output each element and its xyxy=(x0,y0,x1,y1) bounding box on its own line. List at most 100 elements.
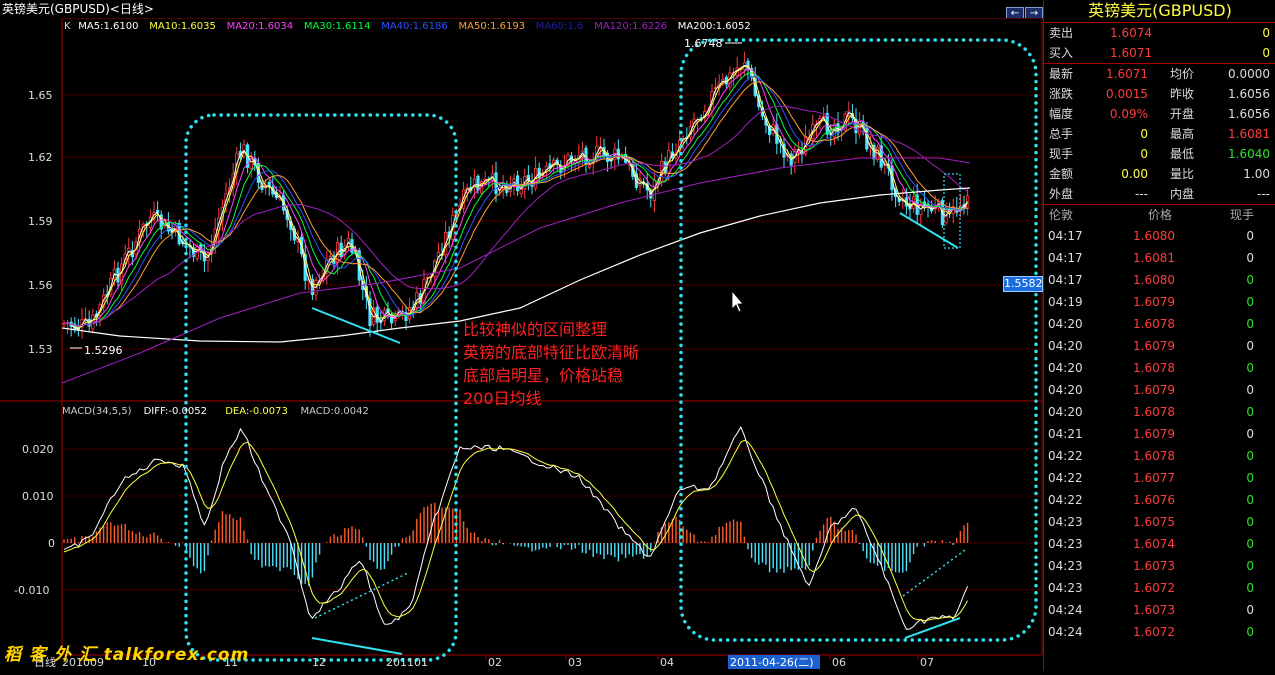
tick-volume: 0 xyxy=(1246,559,1254,573)
quote-label: 现手 xyxy=(1049,147,1074,161)
tick-volume: 0 xyxy=(1246,471,1254,485)
quote-row: 涨跌 0.0015 昨收 1.6056 xyxy=(1044,84,1275,104)
tick-row: 04:23 1.6073 0 xyxy=(1044,555,1275,577)
x-tick-label: 06 xyxy=(832,656,846,669)
quote-value: 0.0015 xyxy=(1106,87,1148,101)
quote-row: 幅度 0.09% 开盘 1.6056 xyxy=(1044,104,1275,124)
tick-volume: 0 xyxy=(1246,625,1254,639)
ma-legend-item: MA50:1.6193 xyxy=(459,21,526,32)
price-y-tick: 1.56 xyxy=(28,279,53,292)
quote-value: 0.00 xyxy=(1121,167,1148,181)
tick-volume: 0 xyxy=(1246,251,1254,265)
tick-time: 04:24 xyxy=(1048,625,1083,639)
tick-time: 04:22 xyxy=(1048,449,1083,463)
quote-value: 1.00 xyxy=(1243,167,1270,181)
tick-price: 1.6077 xyxy=(1133,471,1175,485)
ma-legend-item: MA30:1.6114 xyxy=(304,21,371,32)
macd-y-tick: 0.010 xyxy=(22,490,54,503)
quote-row: 最新 1.6071 均价 0.0000 xyxy=(1044,64,1275,84)
quote-label: 幅度 xyxy=(1049,107,1074,121)
price-y-tick: 1.62 xyxy=(28,151,53,164)
quote-stats-section: 最新 1.6071 均价 0.0000 涨跌 0.0015 昨收 1.6056 幅度… xyxy=(1044,64,1275,184)
ticks-header: 伦敦 价格 现手 xyxy=(1044,205,1275,225)
tick-row: 04:20 1.6078 0 xyxy=(1044,401,1275,423)
annotation-line: 比较神似的区间整理 xyxy=(463,320,608,339)
tick-row: 04:20 1.6078 0 xyxy=(1044,313,1275,335)
current-price-tag: 1.5582 xyxy=(1003,276,1043,292)
quote-value: 0.0000 xyxy=(1228,67,1270,81)
x-tick-label: 201101 xyxy=(386,656,428,669)
tick-time: 04:24 xyxy=(1048,603,1083,617)
symbol-title: 英镑美元(GBPUSD) xyxy=(1044,0,1275,23)
quote-extra: 0 xyxy=(1262,46,1270,60)
tick-row: 04:22 1.6076 0 xyxy=(1044,489,1275,511)
tick-price: 1.6078 xyxy=(1133,317,1175,331)
tick-price: 1.6073 xyxy=(1133,559,1175,573)
tick-row: 04:20 1.6079 0 xyxy=(1044,379,1275,401)
x-tick-label: 04 xyxy=(660,656,674,669)
candle-body xyxy=(476,175,480,191)
price-y-tick: 1.65 xyxy=(28,89,53,102)
tick-time: 04:20 xyxy=(1048,361,1083,375)
ticks-header-time: 伦敦 xyxy=(1049,208,1074,222)
tick-time: 04:17 xyxy=(1048,273,1083,287)
quote-label: 涨跌 xyxy=(1049,87,1074,101)
ma-legend-item: MA60:1.6 xyxy=(536,21,583,32)
tick-price: 1.6073 xyxy=(1133,603,1175,617)
tick-time: 04:22 xyxy=(1048,471,1083,485)
quote-value: 1.6056 xyxy=(1228,107,1270,121)
ticks-header-volume: 现手 xyxy=(1230,208,1255,222)
quote-row: 买入 1.6071 0 xyxy=(1044,43,1275,63)
quote-row: 外盘 --- 内盘 --- xyxy=(1044,184,1275,204)
tick-price: 1.6076 xyxy=(1133,493,1175,507)
tick-row: 04:20 1.6078 0 xyxy=(1044,357,1275,379)
quote-label: 最低 xyxy=(1170,147,1195,161)
ma-legend: K MA5:1.6100 MA10:1.6035 MA20:1.6034 MA30:1.… xyxy=(64,21,751,32)
window-title: 英镑美元(GBPUSD)<日线> xyxy=(0,0,1045,18)
ma-legend-item: MA40:1.6186 xyxy=(381,21,448,32)
ma-legend-item: MA20:1.6034 xyxy=(227,21,294,32)
watermark: 稻 客 外 汇 talkforex.com xyxy=(4,645,250,665)
tick-time: 04:17 xyxy=(1048,251,1083,265)
tick-row: 04:23 1.6072 0 xyxy=(1044,577,1275,599)
candle-body xyxy=(588,164,592,168)
tick-row: 04:21 1.6079 0 xyxy=(1044,423,1275,445)
quote-value: 0 xyxy=(1140,147,1148,161)
tick-volume: 0 xyxy=(1246,515,1254,529)
x-tick-label: 12 xyxy=(312,656,326,669)
tick-row: 04:24 1.6073 0 xyxy=(1044,599,1275,621)
candle-body xyxy=(516,175,520,192)
quote-label: 外盘 xyxy=(1049,187,1074,201)
tick-time: 04:23 xyxy=(1048,515,1083,529)
quote-label: 最高 xyxy=(1170,127,1195,141)
quote-label: 金额 xyxy=(1049,167,1074,181)
outer-inner-section: 外盘 --- 内盘 --- xyxy=(1044,184,1275,205)
tick-price: 1.6079 xyxy=(1133,427,1175,441)
tick-time: 04:22 xyxy=(1048,493,1083,507)
quote-value: --- xyxy=(1257,187,1270,201)
tick-list: 04:17 1.6080 0 04:17 1.6081 0 04:17 1.6080… xyxy=(1044,225,1275,643)
tick-volume: 0 xyxy=(1246,537,1254,551)
macd-y-tick: -0.010 xyxy=(14,584,49,597)
price-y-tick: 1.59 xyxy=(28,215,53,228)
tick-price: 1.6078 xyxy=(1133,405,1175,419)
quote-value: 1.6040 xyxy=(1228,147,1270,161)
x-tick-label: 02 xyxy=(488,656,502,669)
tick-time: 04:20 xyxy=(1048,405,1083,419)
tick-volume: 0 xyxy=(1246,427,1254,441)
tick-time: 04:20 xyxy=(1048,317,1083,331)
bid-ask-section: 卖出 1.6074 0 买入 1.6071 0 xyxy=(1044,23,1275,64)
tick-volume: 0 xyxy=(1246,339,1254,353)
tick-volume: 0 xyxy=(1246,361,1254,375)
quote-value: 1.6081 xyxy=(1228,127,1270,141)
quote-label: 总手 xyxy=(1049,127,1074,141)
tick-row: 04:20 1.6079 0 xyxy=(1044,335,1275,357)
macd-header-item: MACD(34,5,5) xyxy=(62,406,132,417)
tick-volume: 0 xyxy=(1246,405,1254,419)
tick-volume: 0 xyxy=(1246,273,1254,287)
tick-volume: 0 xyxy=(1246,581,1254,595)
tick-time: 04:23 xyxy=(1048,581,1083,595)
quote-value: 1.6071 xyxy=(1110,46,1152,60)
tick-price: 1.6078 xyxy=(1133,361,1175,375)
quote-panel: 英镑美元(GBPUSD) 卖出 1.6074 0 买入 1.6071 0 最新 1… xyxy=(1043,0,1275,671)
